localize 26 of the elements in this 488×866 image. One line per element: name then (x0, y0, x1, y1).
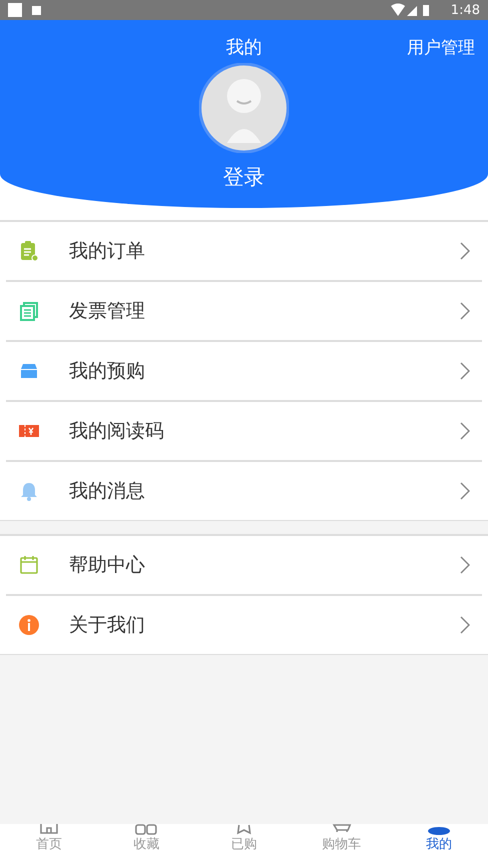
chevron-icon (460, 556, 470, 574)
clock: 1:48 (450, 2, 480, 18)
chevron-icon (460, 302, 470, 320)
chevron-icon (460, 422, 470, 440)
chevron-icon (460, 482, 470, 500)
square-icon (8, 3, 22, 17)
chevron-icon (460, 242, 470, 260)
menu-item[interactable]: 关于我们 (6, 595, 482, 654)
document-icon (18, 300, 40, 322)
clipboard-icon (18, 240, 40, 262)
menu-item[interactable]: 发票管理 (6, 281, 482, 340)
user-management-button[interactable]: 用户管理 (407, 36, 475, 59)
avatar[interactable] (199, 63, 289, 153)
login-button[interactable]: 登录 (223, 163, 265, 191)
menu-item[interactable]: 帮助中心 (0, 535, 488, 594)
chevron-icon (460, 616, 470, 634)
page-title: 我的 (226, 36, 262, 59)
menu-item[interactable]: 我的消息 (6, 461, 482, 520)
tab[interactable]: 我的 (390, 824, 488, 866)
chevron-icon (460, 362, 470, 380)
menu-item[interactable]: 我的预购 (6, 341, 482, 400)
menu-item[interactable]: 我的订单 (0, 221, 488, 280)
calendar-icon (18, 554, 40, 576)
menu-item[interactable]: 我的阅读码 (6, 401, 482, 460)
keyboard-icon (32, 6, 41, 14)
info-icon (18, 614, 40, 636)
